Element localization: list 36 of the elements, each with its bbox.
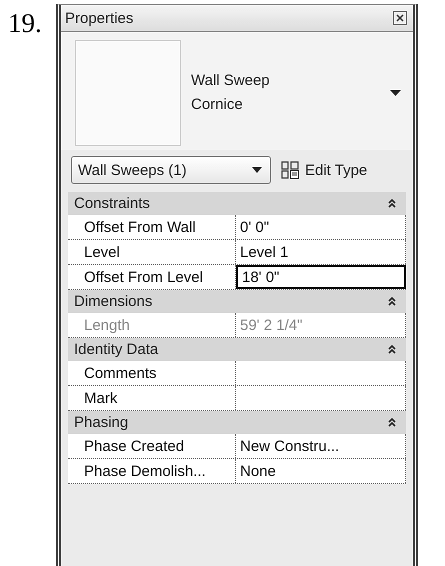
panel-title: Properties xyxy=(65,10,134,26)
edit-type-icon xyxy=(281,161,299,179)
property-name: Level xyxy=(68,240,236,264)
group-name: Identity Data xyxy=(74,341,158,358)
property-name: Offset From Wall xyxy=(68,215,236,239)
group-header[interactable]: Phasing xyxy=(68,411,406,434)
group-name: Phasing xyxy=(74,414,128,431)
caret-icon xyxy=(252,167,262,173)
type-name: Cornice xyxy=(191,95,244,115)
property-name: Phase Demolish... xyxy=(68,459,236,483)
edit-type-button[interactable]: Edit Type xyxy=(281,161,368,179)
property-value[interactable]: New Constru... xyxy=(236,434,406,458)
close-icon[interactable] xyxy=(393,11,407,25)
property-name: Length xyxy=(68,313,236,337)
property-name: Phase Created xyxy=(68,434,236,458)
property-name: Mark xyxy=(68,386,236,410)
collapse-icon[interactable] xyxy=(388,417,396,428)
type-selector[interactable]: Wall Sweep Cornice xyxy=(61,32,413,150)
group-header[interactable]: Dimensions xyxy=(68,290,406,313)
property-value[interactable]: 18' 0" xyxy=(236,265,406,289)
caret-icon[interactable] xyxy=(390,90,401,96)
group-name: Constraints xyxy=(74,195,150,212)
property-name: Comments xyxy=(68,361,236,385)
collapse-icon[interactable] xyxy=(388,344,396,355)
item-number: 19. xyxy=(7,7,43,40)
filter-dropdown[interactable]: Wall Sweeps (1) xyxy=(71,156,271,184)
group-header[interactable]: Identity Data xyxy=(68,338,406,361)
property-value[interactable]: 0' 0" xyxy=(236,215,406,239)
property-value[interactable]: Level 1 xyxy=(236,240,406,264)
collapse-icon[interactable] xyxy=(388,296,396,307)
property-name: Offset From Level xyxy=(68,265,236,289)
family-name: Wall Sweep xyxy=(191,71,270,91)
group-header[interactable]: Constraints xyxy=(68,192,406,215)
collapse-icon[interactable] xyxy=(388,198,396,209)
property-value[interactable]: None xyxy=(236,459,406,483)
group-name: Dimensions xyxy=(74,293,152,310)
